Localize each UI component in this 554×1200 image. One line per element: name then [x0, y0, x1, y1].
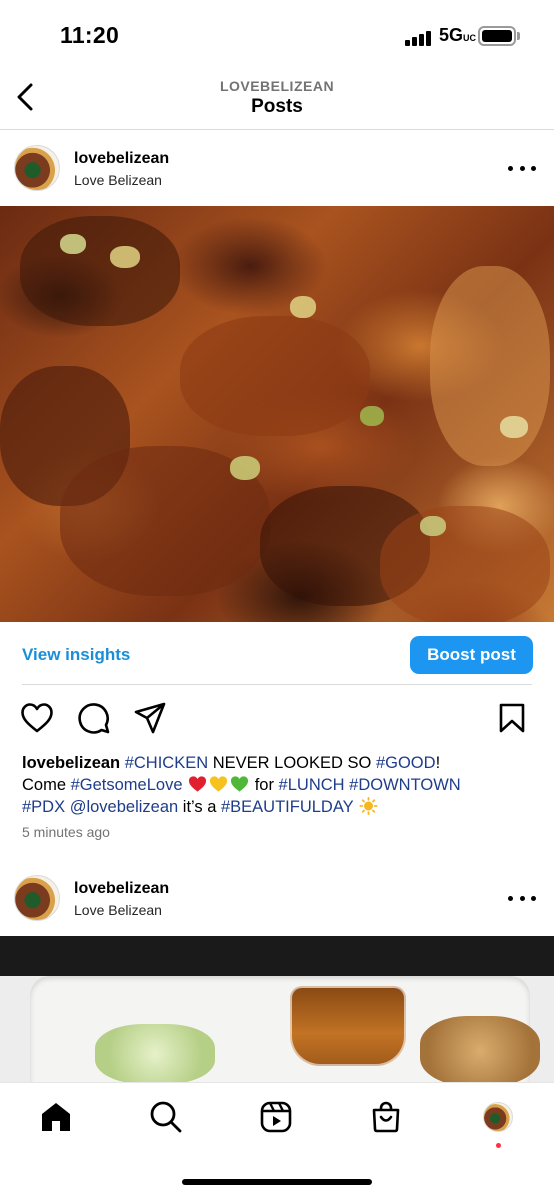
nav-reels[interactable]: [258, 1099, 294, 1135]
notification-dot: [496, 1143, 501, 1148]
divider: [22, 684, 532, 685]
save-button[interactable]: [494, 700, 530, 736]
post-image[interactable]: [0, 206, 554, 622]
hashtag[interactable]: #LUNCH: [279, 776, 345, 794]
network-indicator: 5GUC: [439, 25, 477, 45]
bookmark-icon: [499, 703, 525, 733]
post-username[interactable]: lovebelizean: [74, 880, 169, 898]
heart-icon: [21, 703, 53, 733]
nav-search[interactable]: [148, 1099, 184, 1135]
hashtag[interactable]: #GetsomeLove: [71, 776, 183, 794]
post-image[interactable]: [0, 936, 554, 1082]
status-bar: 11:20 5GUC: [0, 0, 554, 64]
view-insights-link[interactable]: View insights: [22, 645, 130, 665]
like-button[interactable]: [19, 700, 55, 736]
send-icon: [134, 702, 166, 734]
share-button[interactable]: [132, 700, 168, 736]
comment-icon: [78, 703, 110, 734]
avatar: [483, 1102, 513, 1132]
boost-post-button[interactable]: Boost post: [410, 636, 533, 674]
shop-icon: [372, 1101, 400, 1133]
post-subtitle: Love Belizean: [74, 172, 162, 188]
post-username[interactable]: lovebelizean: [74, 150, 169, 168]
header-username: LOVEBELIZEAN: [219, 78, 335, 94]
insights-row: View insights Boost post: [0, 622, 554, 684]
more-options-icon[interactable]: [508, 158, 536, 178]
home-icon: [42, 1103, 70, 1131]
more-options-icon[interactable]: [508, 888, 536, 908]
battery-icon: [478, 26, 516, 46]
reels-icon: [260, 1101, 292, 1133]
signal-icon: [405, 30, 431, 46]
hashtag[interactable]: #BEAUTIFULDAY: [221, 798, 353, 816]
nav-shop[interactable]: [368, 1099, 404, 1135]
post-actions: [0, 700, 554, 740]
nav-profile[interactable]: [480, 1099, 516, 1135]
comment-button[interactable]: [76, 700, 112, 736]
page-title: Posts: [251, 96, 303, 117]
avatar[interactable]: [14, 145, 60, 191]
mention[interactable]: @lovebelizean: [70, 798, 178, 816]
hashtag[interactable]: #CHICKEN: [125, 754, 208, 772]
post-caption: lovebelizean #CHICKEN NEVER LOOKED SO #G…: [22, 754, 461, 816]
post-header: lovebelizean Love Belizean: [0, 860, 554, 936]
post-subtitle: Love Belizean: [74, 902, 162, 918]
nav-home[interactable]: [38, 1099, 74, 1135]
page-header: LOVEBELIZEAN Posts: [0, 64, 554, 130]
post-timestamp: 5 minutes ago: [22, 824, 110, 840]
sun-icon: [359, 797, 378, 815]
caption-username[interactable]: lovebelizean: [22, 754, 120, 772]
red-heart-icon: [189, 776, 207, 792]
yellow-heart-icon: [210, 776, 228, 792]
hashtag[interactable]: #PDX: [22, 798, 65, 816]
post-header: lovebelizean Love Belizean: [0, 130, 554, 206]
hashtag[interactable]: #DOWNTOWN: [349, 776, 461, 794]
status-time: 11:20: [60, 22, 120, 48]
green-heart-icon: [231, 776, 249, 792]
search-icon: [150, 1101, 182, 1133]
home-indicator: [182, 1179, 372, 1185]
avatar[interactable]: [14, 875, 60, 921]
hashtag[interactable]: #GOOD: [376, 754, 436, 772]
